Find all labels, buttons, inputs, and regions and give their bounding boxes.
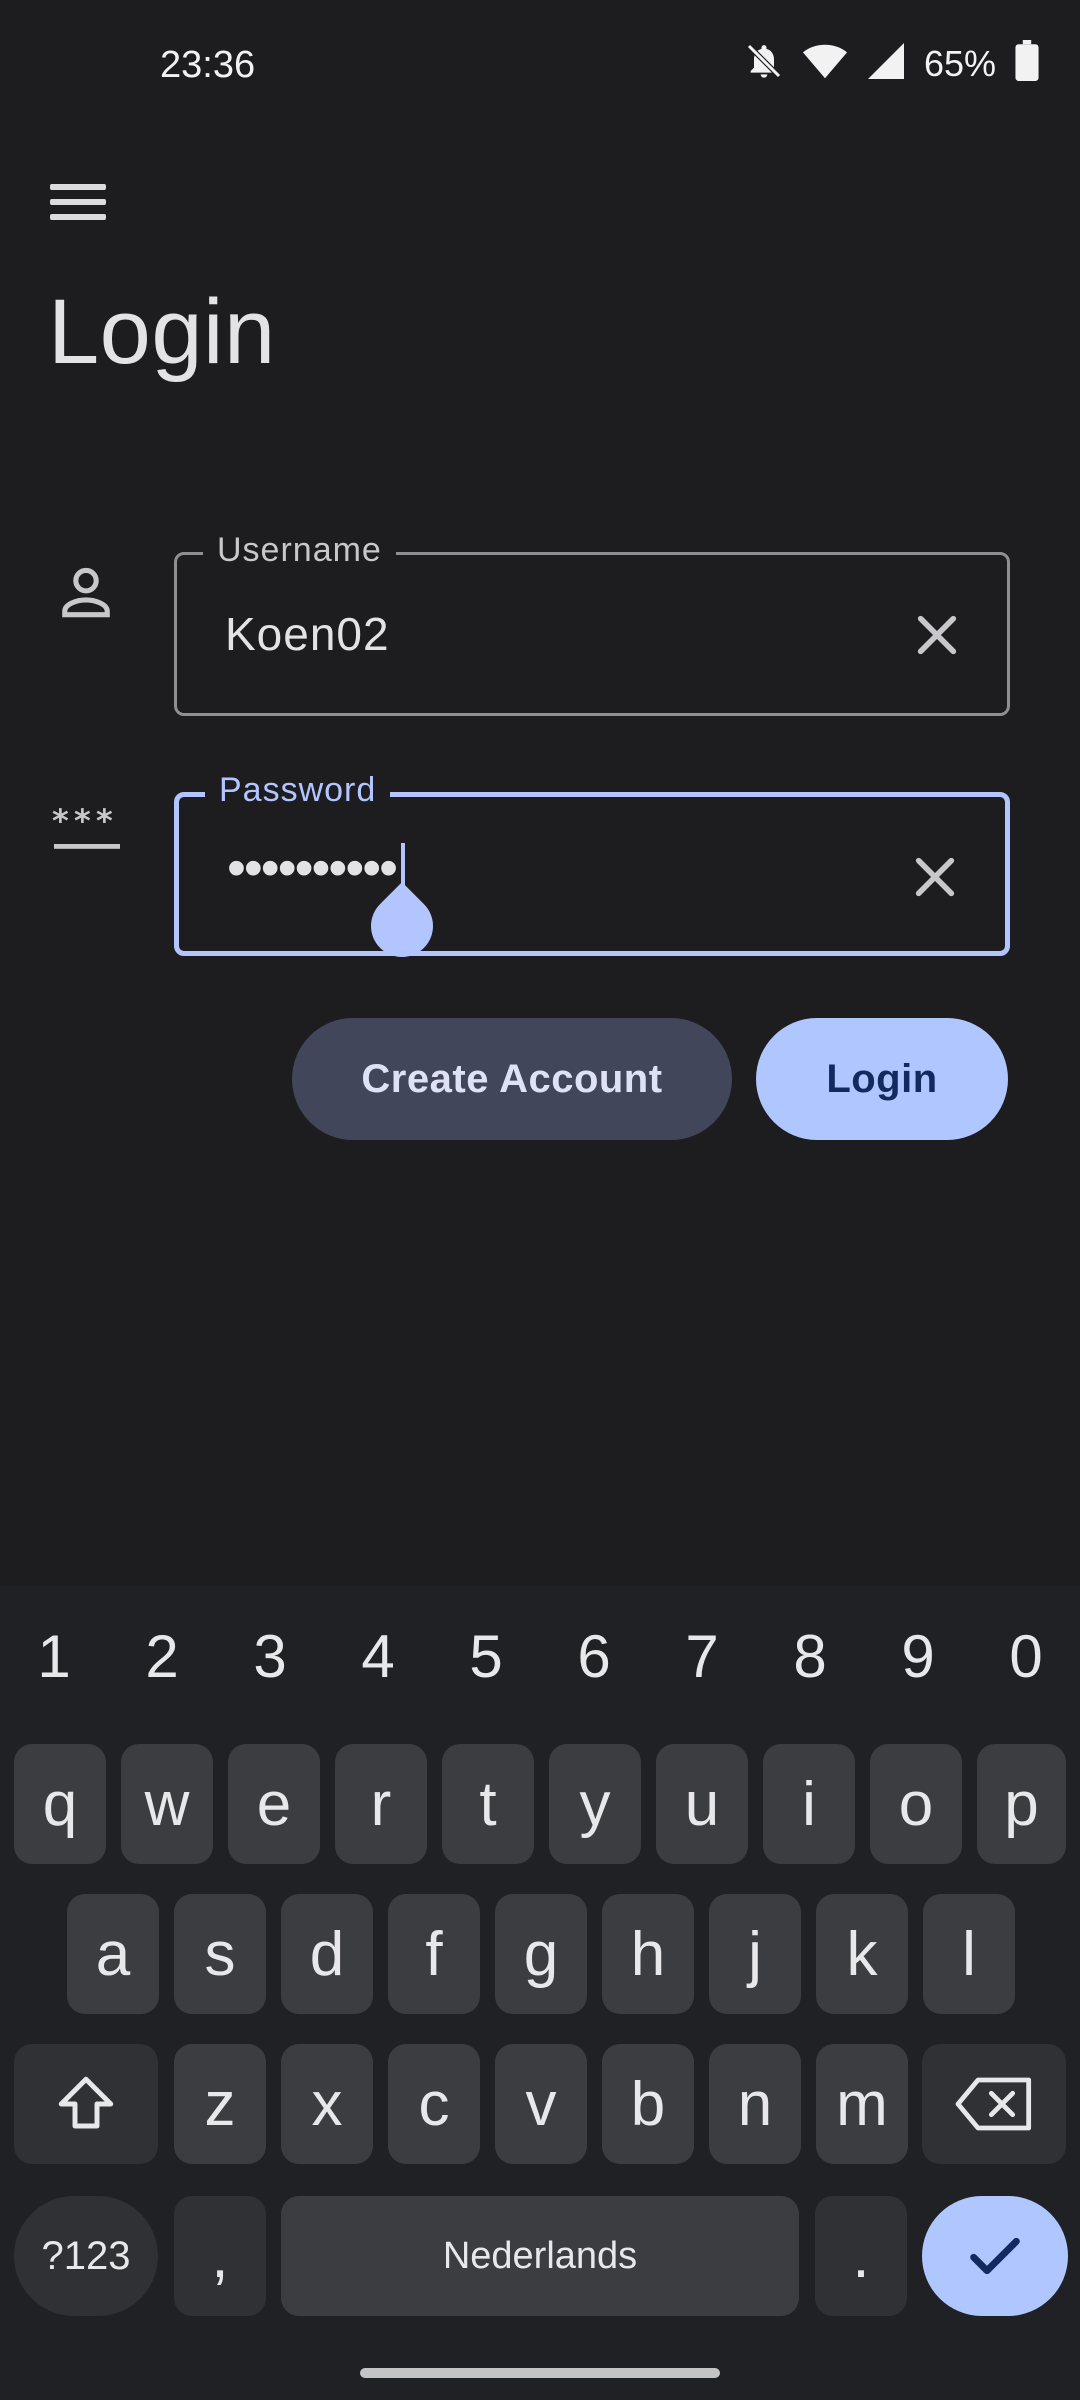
- battery-percent: 65%: [923, 42, 996, 84]
- period-key[interactable]: .: [815, 2196, 907, 2316]
- key-2[interactable]: 2: [108, 1622, 216, 1691]
- key-3[interactable]: 3: [216, 1622, 324, 1691]
- key-w[interactable]: w: [121, 1744, 213, 1864]
- key-g[interactable]: g: [495, 1894, 587, 2014]
- key-p[interactable]: p: [977, 1744, 1066, 1864]
- key-v[interactable]: v: [495, 2044, 587, 2164]
- key-4[interactable]: 4: [324, 1622, 432, 1691]
- login-button[interactable]: Login: [756, 1018, 1008, 1140]
- key-z[interactable]: z: [174, 2044, 266, 2164]
- key-o[interactable]: o: [870, 1744, 962, 1864]
- keyboard: 1 2 3 4 5 6 7 8 9 0 q w e r t y u i o p …: [0, 1586, 1080, 2400]
- comma-key[interactable]: ,: [174, 2196, 266, 2316]
- key-c[interactable]: c: [388, 2044, 480, 2164]
- key-5[interactable]: 5: [432, 1622, 540, 1691]
- key-b[interactable]: b: [602, 2044, 694, 2164]
- key-1[interactable]: 1: [0, 1622, 108, 1691]
- done-key[interactable]: [922, 2196, 1068, 2316]
- key-k[interactable]: k: [816, 1894, 908, 2014]
- status-time: 23:36: [160, 44, 256, 86]
- shift-key[interactable]: [14, 2044, 158, 2164]
- menu-icon[interactable]: [50, 172, 120, 232]
- person-icon: [52, 558, 120, 631]
- username-field[interactable]: Username Koen02: [174, 531, 1010, 716]
- key-y[interactable]: y: [549, 1744, 641, 1864]
- key-q[interactable]: q: [14, 1744, 106, 1864]
- space-key[interactable]: Nederlands: [281, 2196, 799, 2316]
- key-9[interactable]: 9: [864, 1622, 972, 1691]
- key-l[interactable]: l: [923, 1894, 1015, 2014]
- password-value[interactable]: ••••••••••: [227, 837, 398, 899]
- status-icons: 65%: [744, 40, 1040, 87]
- key-e[interactable]: e: [228, 1744, 320, 1864]
- key-x[interactable]: x: [281, 2044, 373, 2164]
- key-0[interactable]: 0: [972, 1622, 1080, 1691]
- symbols-key[interactable]: ?123: [14, 2196, 158, 2316]
- notifications-off-icon: [744, 41, 784, 86]
- key-s[interactable]: s: [174, 1894, 266, 2014]
- username-label: Username: [203, 531, 396, 570]
- clear-username-icon[interactable]: [909, 607, 965, 663]
- key-u[interactable]: u: [656, 1744, 748, 1864]
- key-7[interactable]: 7: [648, 1622, 756, 1691]
- key-i[interactable]: i: [763, 1744, 855, 1864]
- key-t[interactable]: t: [442, 1744, 534, 1864]
- username-value[interactable]: Koen02: [225, 607, 390, 661]
- create-account-button[interactable]: Create Account: [292, 1018, 732, 1140]
- backspace-key[interactable]: [922, 2044, 1066, 2164]
- page-title: Login: [48, 281, 276, 383]
- password-field[interactable]: Password ••••••••••: [174, 771, 1010, 970]
- svg-text:*: *: [74, 802, 91, 840]
- cell-signal-icon: [866, 41, 906, 86]
- key-d[interactable]: d: [281, 1894, 373, 2014]
- svg-text:*: *: [96, 802, 113, 840]
- key-a[interactable]: a: [67, 1894, 159, 2014]
- password-icon: * * *: [52, 800, 124, 865]
- wifi-icon: [802, 41, 848, 86]
- key-f[interactable]: f: [388, 1894, 480, 2014]
- number-row: 1 2 3 4 5 6 7 8 9 0: [0, 1622, 1080, 1691]
- password-label: Password: [205, 771, 391, 810]
- key-m[interactable]: m: [816, 2044, 908, 2164]
- key-j[interactable]: j: [709, 1894, 801, 2014]
- key-h[interactable]: h: [602, 1894, 694, 2014]
- key-6[interactable]: 6: [540, 1622, 648, 1691]
- clear-password-icon[interactable]: [907, 849, 963, 905]
- key-r[interactable]: r: [335, 1744, 427, 1864]
- key-n[interactable]: n: [709, 2044, 801, 2164]
- svg-text:*: *: [52, 802, 69, 840]
- home-indicator[interactable]: [360, 2368, 720, 2378]
- key-8[interactable]: 8: [756, 1622, 864, 1691]
- battery-icon: [1014, 40, 1040, 87]
